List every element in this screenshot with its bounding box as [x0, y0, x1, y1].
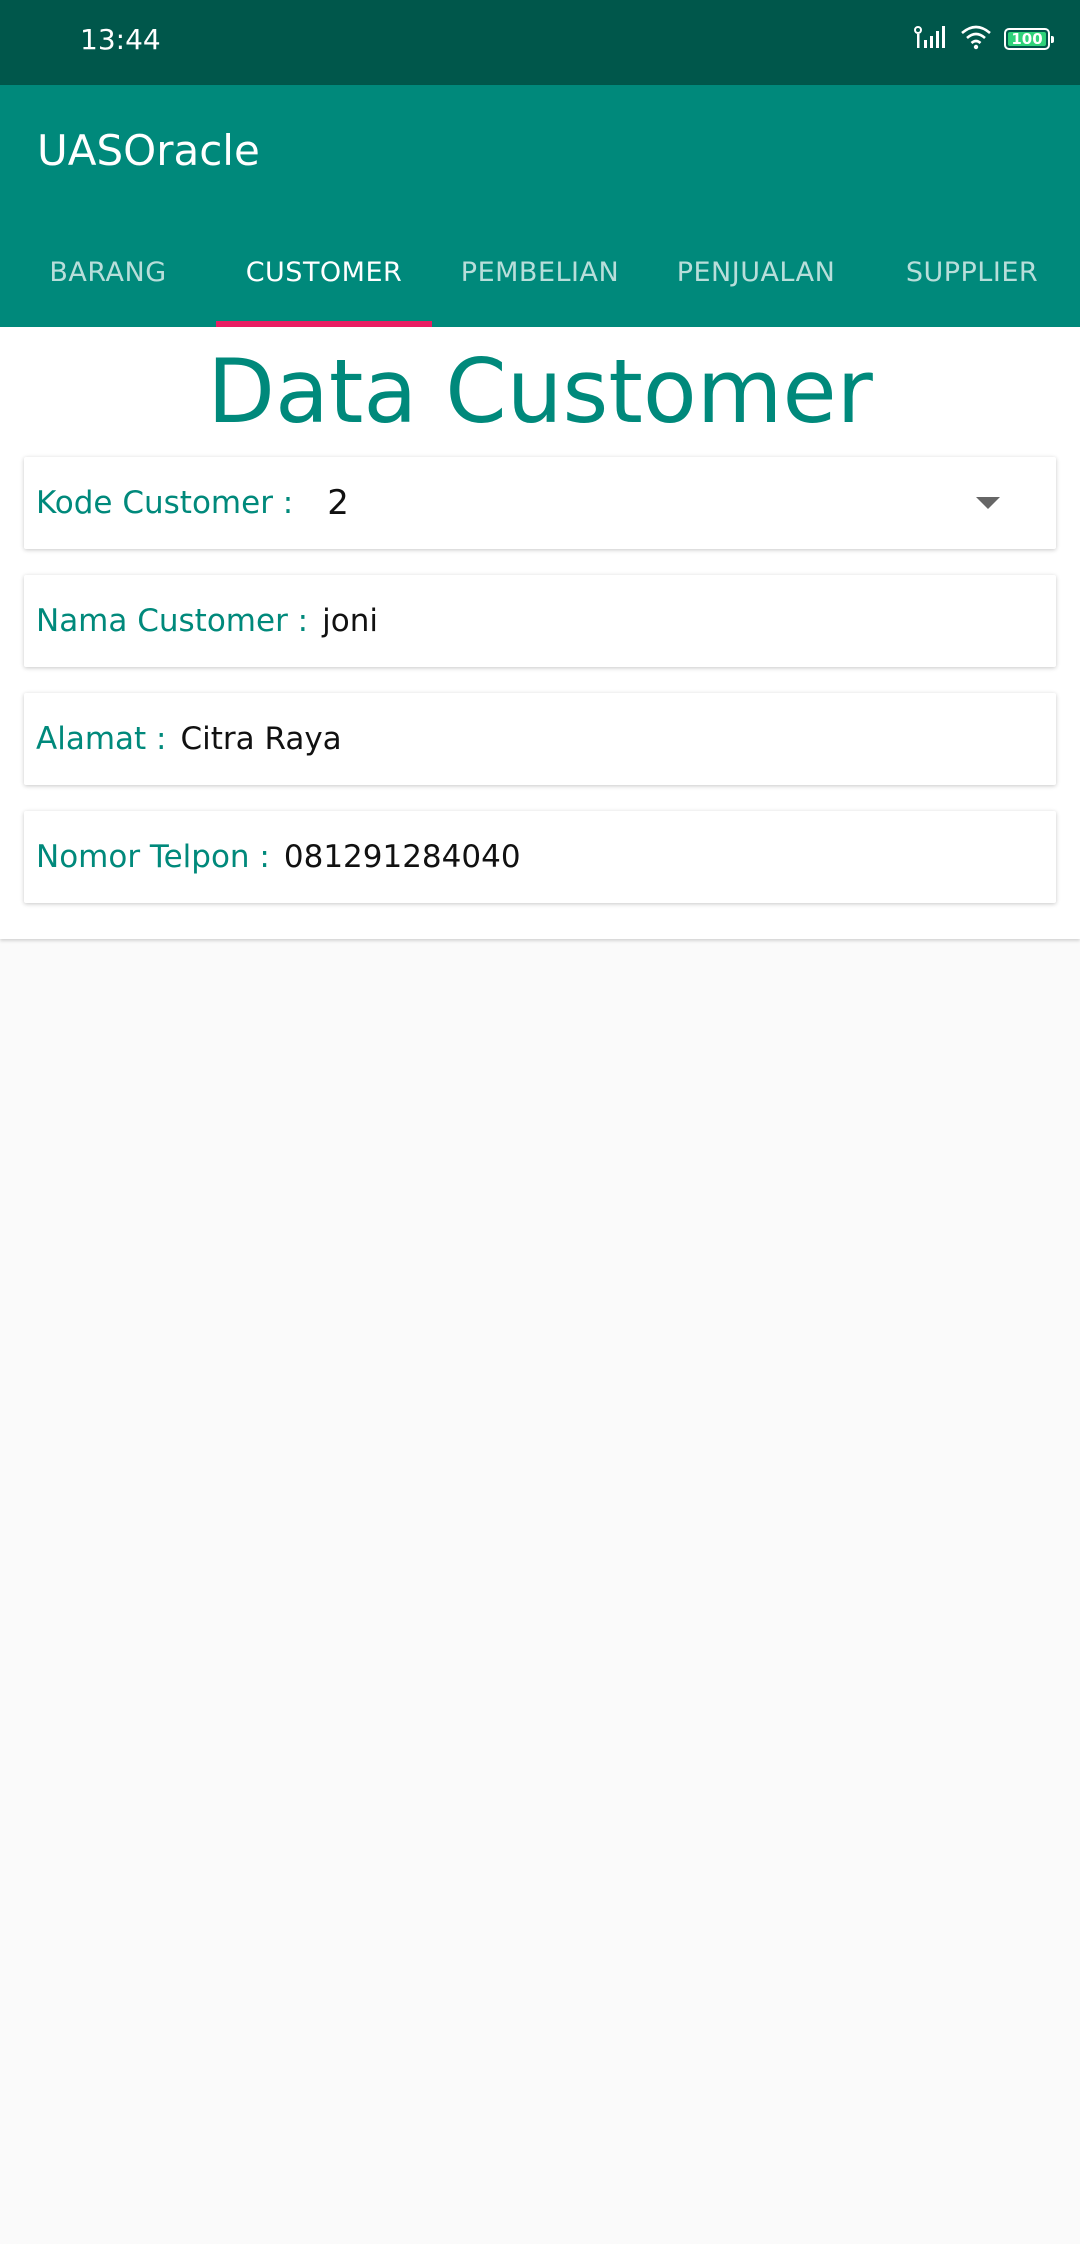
nama-customer-value: joni [322, 603, 378, 639]
customer-form-card: Data Customer Kode Customer : 2 Nama Cus… [0, 327, 1080, 939]
tab-barang[interactable]: BARANG [0, 217, 216, 327]
nomor-telpon-label: Nomor Telpon : [36, 839, 270, 875]
kode-customer-label: Kode Customer : [36, 485, 294, 521]
tab-pembelian[interactable]: PEMBELIAN [432, 217, 648, 327]
status-time: 13:44 [80, 23, 161, 56]
alamat-value: Citra Raya [180, 721, 342, 757]
page-title: Data Customer [207, 340, 873, 443]
nama-customer-label: Nama Customer : [36, 603, 309, 639]
kode-customer-value[interactable]: 2 [327, 483, 349, 523]
status-bar: 13:44 100 [0, 0, 1080, 85]
app-title: UASOracle [37, 126, 260, 175]
kode-customer-spinner[interactable]: Kode Customer : 2 [24, 457, 1056, 549]
wifi-icon [960, 24, 992, 54]
app-bar: UASOracle [0, 85, 1080, 217]
battery-level: 100 [1011, 30, 1043, 48]
alamat-field: Alamat : Citra Raya [24, 693, 1056, 785]
tab-bar: BARANG CUSTOMER PEMBELIAN PENJUALAN SUPP… [0, 217, 1080, 327]
signal-icon [914, 24, 948, 54]
status-icons: 100 [914, 24, 1054, 54]
nomor-telpon-value: 081291284040 [283, 839, 521, 875]
nama-customer-field: Nama Customer : joni [24, 575, 1056, 667]
dropdown-arrow-icon[interactable] [976, 497, 1000, 509]
tab-supplier[interactable]: SUPPLIER [864, 217, 1080, 327]
battery-icon: 100 [1004, 28, 1054, 50]
tab-customer[interactable]: CUSTOMER [216, 217, 432, 327]
tab-penjualan[interactable]: PENJUALAN [648, 217, 864, 327]
nomor-telpon-field: Nomor Telpon : 081291284040 [24, 811, 1056, 903]
alamat-label: Alamat : [36, 721, 167, 757]
